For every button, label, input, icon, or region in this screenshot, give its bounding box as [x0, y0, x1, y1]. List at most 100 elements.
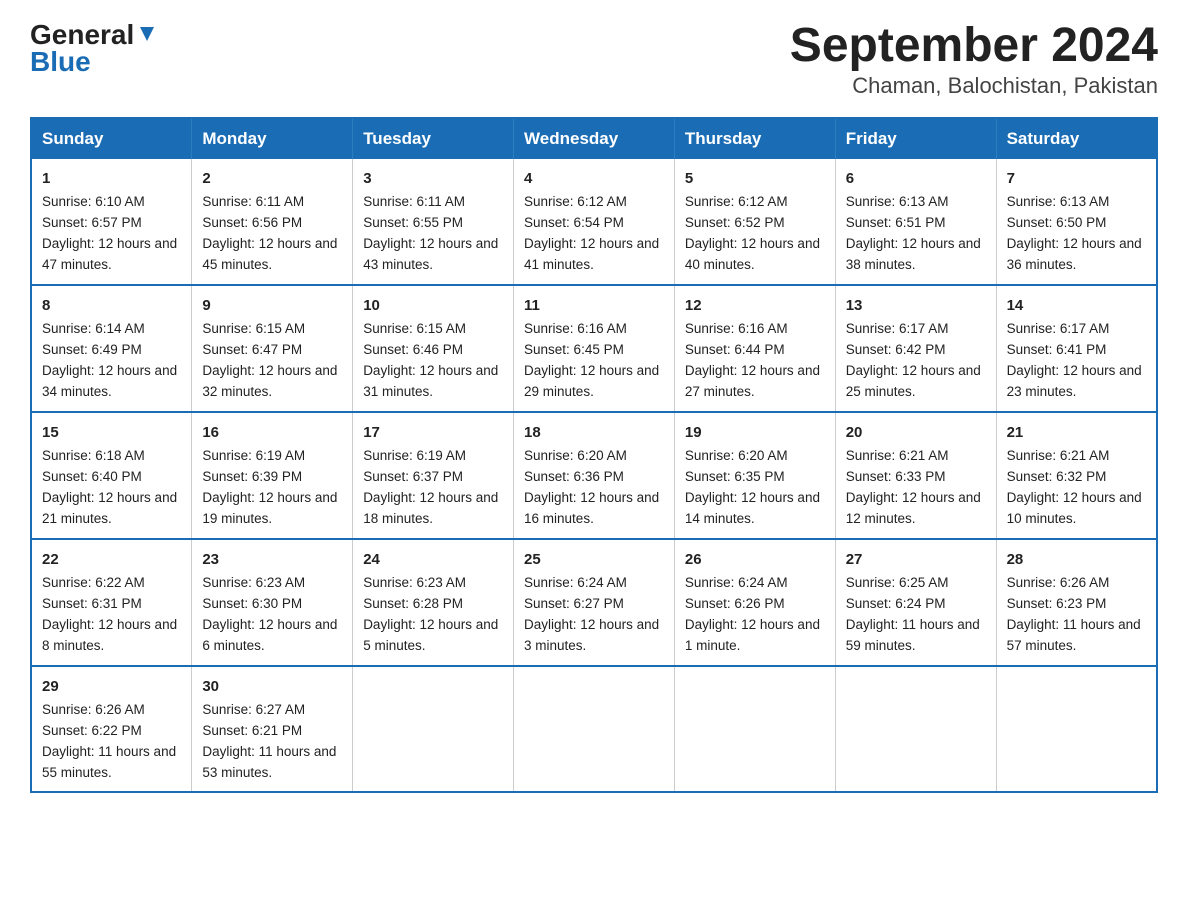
page-header: General Blue September 2024 Chaman, Balo… — [30, 20, 1158, 99]
title-block: September 2024 Chaman, Balochistan, Paki… — [790, 20, 1158, 99]
calendar-cell: 21Sunrise: 6:21 AMSunset: 6:32 PMDayligh… — [996, 412, 1157, 539]
calendar-cell: 30Sunrise: 6:27 AMSunset: 6:21 PMDayligh… — [192, 666, 353, 793]
calendar-cell — [835, 666, 996, 793]
sunrise-text: Sunrise: 6:21 AM — [1007, 446, 1146, 467]
sunset-text: Sunset: 6:50 PM — [1007, 213, 1146, 234]
sunset-text: Sunset: 6:44 PM — [685, 340, 825, 361]
sunset-text: Sunset: 6:30 PM — [202, 594, 342, 615]
sunset-text: Sunset: 6:57 PM — [42, 213, 181, 234]
sunset-text: Sunset: 6:37 PM — [363, 467, 503, 488]
calendar-cell: 24Sunrise: 6:23 AMSunset: 6:28 PMDayligh… — [353, 539, 514, 666]
daylight-text: Daylight: 12 hours and 45 minutes. — [202, 234, 342, 276]
calendar-cell: 29Sunrise: 6:26 AMSunset: 6:22 PMDayligh… — [31, 666, 192, 793]
sunrise-text: Sunrise: 6:17 AM — [1007, 319, 1146, 340]
sunrise-text: Sunrise: 6:16 AM — [524, 319, 664, 340]
calendar-cell: 7Sunrise: 6:13 AMSunset: 6:50 PMDaylight… — [996, 159, 1157, 285]
calendar-cell — [353, 666, 514, 793]
sunset-text: Sunset: 6:54 PM — [524, 213, 664, 234]
calendar-cell: 19Sunrise: 6:20 AMSunset: 6:35 PMDayligh… — [674, 412, 835, 539]
calendar-cell: 3Sunrise: 6:11 AMSunset: 6:55 PMDaylight… — [353, 159, 514, 285]
daylight-text: Daylight: 12 hours and 12 minutes. — [846, 488, 986, 530]
sunrise-text: Sunrise: 6:18 AM — [42, 446, 181, 467]
sunrise-text: Sunrise: 6:16 AM — [685, 319, 825, 340]
sunset-text: Sunset: 6:41 PM — [1007, 340, 1146, 361]
day-number: 27 — [846, 548, 986, 571]
daylight-text: Daylight: 12 hours and 43 minutes. — [363, 234, 503, 276]
sunset-text: Sunset: 6:28 PM — [363, 594, 503, 615]
sunset-text: Sunset: 6:40 PM — [42, 467, 181, 488]
day-number: 17 — [363, 421, 503, 444]
sunset-text: Sunset: 6:51 PM — [846, 213, 986, 234]
daylight-text: Daylight: 12 hours and 32 minutes. — [202, 361, 342, 403]
sunrise-text: Sunrise: 6:26 AM — [1007, 573, 1146, 594]
calendar-title: September 2024 — [790, 20, 1158, 73]
day-number: 22 — [42, 548, 181, 571]
daylight-text: Daylight: 12 hours and 14 minutes. — [685, 488, 825, 530]
calendar-cell: 16Sunrise: 6:19 AMSunset: 6:39 PMDayligh… — [192, 412, 353, 539]
daylight-text: Daylight: 12 hours and 38 minutes. — [846, 234, 986, 276]
day-number: 23 — [202, 548, 342, 571]
sunset-text: Sunset: 6:21 PM — [202, 721, 342, 742]
day-number: 24 — [363, 548, 503, 571]
sunrise-text: Sunrise: 6:22 AM — [42, 573, 181, 594]
daylight-text: Daylight: 12 hours and 3 minutes. — [524, 615, 664, 657]
calendar-cell: 4Sunrise: 6:12 AMSunset: 6:54 PMDaylight… — [514, 159, 675, 285]
daylight-text: Daylight: 12 hours and 25 minutes. — [846, 361, 986, 403]
sunset-text: Sunset: 6:26 PM — [685, 594, 825, 615]
sunrise-text: Sunrise: 6:24 AM — [524, 573, 664, 594]
daylight-text: Daylight: 12 hours and 18 minutes. — [363, 488, 503, 530]
calendar-header: SundayMondayTuesdayWednesdayThursdayFrid… — [31, 118, 1157, 159]
day-number: 3 — [363, 167, 503, 190]
calendar-cell: 26Sunrise: 6:24 AMSunset: 6:26 PMDayligh… — [674, 539, 835, 666]
calendar-cell: 8Sunrise: 6:14 AMSunset: 6:49 PMDaylight… — [31, 285, 192, 412]
header-row: SundayMondayTuesdayWednesdayThursdayFrid… — [31, 118, 1157, 159]
calendar-subtitle: Chaman, Balochistan, Pakistan — [790, 73, 1158, 99]
day-number: 25 — [524, 548, 664, 571]
day-number: 18 — [524, 421, 664, 444]
calendar-cell: 5Sunrise: 6:12 AMSunset: 6:52 PMDaylight… — [674, 159, 835, 285]
sunset-text: Sunset: 6:47 PM — [202, 340, 342, 361]
sunrise-text: Sunrise: 6:12 AM — [685, 192, 825, 213]
sunrise-text: Sunrise: 6:14 AM — [42, 319, 181, 340]
calendar-cell: 22Sunrise: 6:22 AMSunset: 6:31 PMDayligh… — [31, 539, 192, 666]
sunrise-text: Sunrise: 6:17 AM — [846, 319, 986, 340]
day-number: 14 — [1007, 294, 1146, 317]
sunset-text: Sunset: 6:31 PM — [42, 594, 181, 615]
calendar-cell: 12Sunrise: 6:16 AMSunset: 6:44 PMDayligh… — [674, 285, 835, 412]
day-header-saturday: Saturday — [996, 118, 1157, 159]
sunset-text: Sunset: 6:56 PM — [202, 213, 342, 234]
sunset-text: Sunset: 6:23 PM — [1007, 594, 1146, 615]
day-number: 19 — [685, 421, 825, 444]
sunrise-text: Sunrise: 6:23 AM — [202, 573, 342, 594]
sunrise-text: Sunrise: 6:11 AM — [202, 192, 342, 213]
daylight-text: Daylight: 12 hours and 29 minutes. — [524, 361, 664, 403]
sunrise-text: Sunrise: 6:20 AM — [685, 446, 825, 467]
calendar-cell: 6Sunrise: 6:13 AMSunset: 6:51 PMDaylight… — [835, 159, 996, 285]
day-number: 2 — [202, 167, 342, 190]
calendar-cell: 10Sunrise: 6:15 AMSunset: 6:46 PMDayligh… — [353, 285, 514, 412]
day-header-friday: Friday — [835, 118, 996, 159]
sunrise-text: Sunrise: 6:12 AM — [524, 192, 664, 213]
calendar-cell: 20Sunrise: 6:21 AMSunset: 6:33 PMDayligh… — [835, 412, 996, 539]
sunrise-text: Sunrise: 6:21 AM — [846, 446, 986, 467]
sunset-text: Sunset: 6:55 PM — [363, 213, 503, 234]
daylight-text: Daylight: 12 hours and 10 minutes. — [1007, 488, 1146, 530]
daylight-text: Daylight: 12 hours and 36 minutes. — [1007, 234, 1146, 276]
sunset-text: Sunset: 6:33 PM — [846, 467, 986, 488]
daylight-text: Daylight: 11 hours and 55 minutes. — [42, 742, 181, 784]
day-number: 20 — [846, 421, 986, 444]
sunset-text: Sunset: 6:27 PM — [524, 594, 664, 615]
day-number: 6 — [846, 167, 986, 190]
day-number: 26 — [685, 548, 825, 571]
sunrise-text: Sunrise: 6:27 AM — [202, 700, 342, 721]
sunrise-text: Sunrise: 6:20 AM — [524, 446, 664, 467]
logo-triangle-icon — [136, 23, 158, 45]
calendar-cell — [996, 666, 1157, 793]
daylight-text: Daylight: 12 hours and 40 minutes. — [685, 234, 825, 276]
sunrise-text: Sunrise: 6:13 AM — [1007, 192, 1146, 213]
daylight-text: Daylight: 11 hours and 53 minutes. — [202, 742, 342, 784]
day-number: 8 — [42, 294, 181, 317]
day-header-thursday: Thursday — [674, 118, 835, 159]
day-number: 5 — [685, 167, 825, 190]
sunrise-text: Sunrise: 6:15 AM — [202, 319, 342, 340]
